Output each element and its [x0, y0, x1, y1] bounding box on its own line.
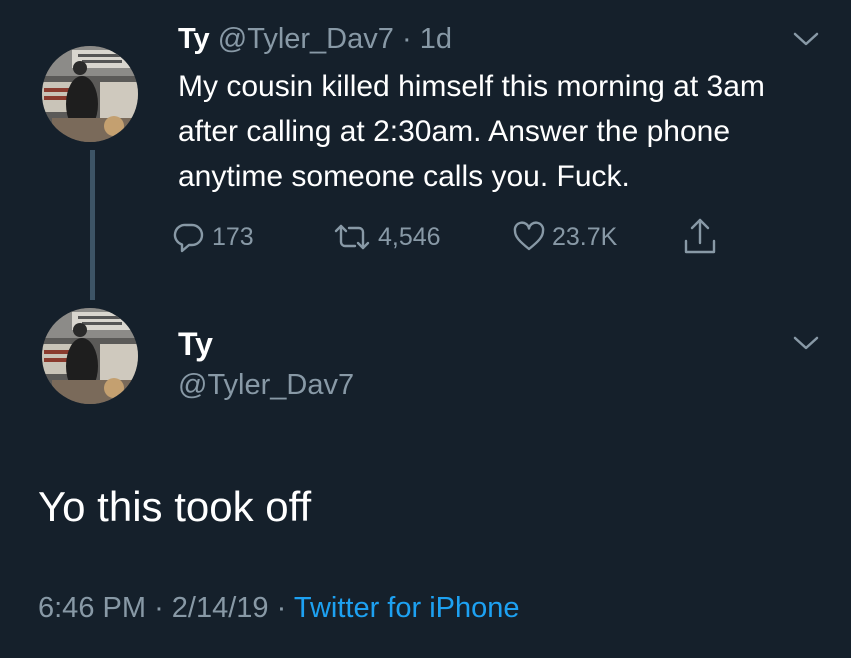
chevron-down-icon[interactable]	[792, 334, 820, 352]
avatar-photo	[42, 308, 138, 404]
like-count: 23.7K	[552, 222, 618, 251]
like-button[interactable]: 23.7K	[512, 215, 617, 259]
display-name[interactable]: Ty	[178, 324, 213, 364]
timestamp[interactable]: 1d	[420, 23, 452, 55]
tweet-date[interactable]: 2/14/19	[172, 592, 269, 624]
reply-icon	[173, 223, 204, 253]
tweet-time[interactable]: 6:46 PM	[38, 592, 146, 624]
tweet-header: Ty @Tyler_Dav7 · 1d	[178, 20, 452, 58]
thread-line	[90, 150, 95, 300]
display-name[interactable]: Ty	[178, 23, 210, 55]
source-link[interactable]: Twitter for iPhone	[294, 592, 520, 624]
chevron-down-icon[interactable]	[792, 30, 820, 48]
separator-dot: ·	[276, 592, 287, 624]
retweet-count: 4,546	[378, 222, 441, 251]
avatar-photo	[42, 46, 138, 142]
separator-dot: ·	[154, 592, 164, 624]
share-button[interactable]	[680, 215, 726, 259]
like-icon	[513, 221, 545, 251]
share-icon	[684, 218, 716, 254]
username[interactable]: @Tyler_Dav7	[178, 366, 354, 404]
tweet-text: Yo this took off	[38, 483, 312, 530]
retweet-icon	[334, 224, 370, 250]
tweet-actions: 173 4,546 23.7K	[172, 215, 732, 259]
tweet-meta: 6:46 PM · 2/14/19 · Twitter for iPhone	[38, 588, 520, 628]
reply-button[interactable]: 173	[172, 215, 254, 259]
username[interactable]: @Tyler_Dav7	[218, 23, 394, 55]
avatar[interactable]	[42, 308, 138, 404]
reply-count: 173	[212, 222, 254, 251]
tweet-text: My cousin killed himself this morning at…	[178, 70, 765, 193]
separator-dot: ·	[401, 23, 412, 55]
avatar[interactable]	[42, 46, 138, 142]
retweet-button[interactable]: 4,546	[332, 215, 441, 259]
